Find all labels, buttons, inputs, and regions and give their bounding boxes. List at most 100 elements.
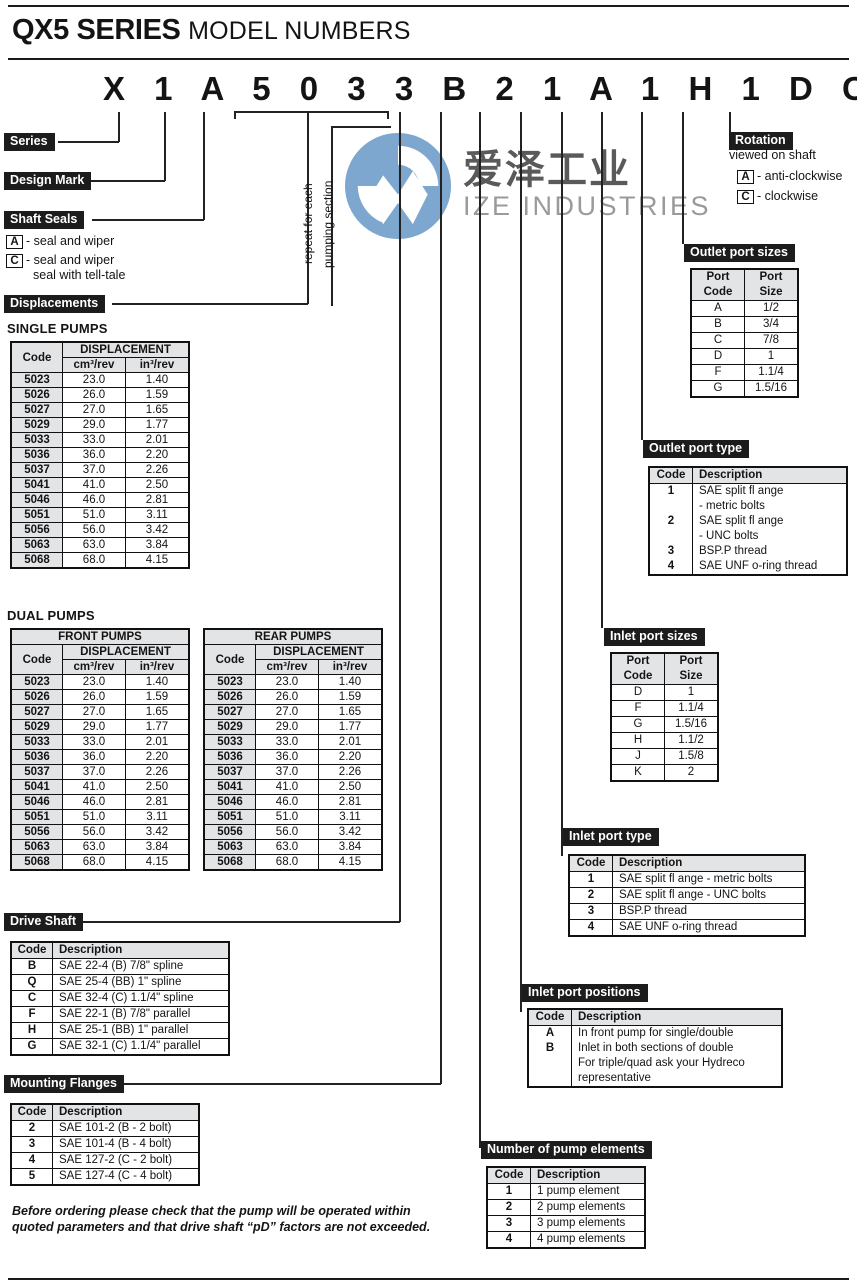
row-code: 4 bbox=[568, 919, 613, 937]
displacement-bracket-left-tick bbox=[234, 111, 236, 119]
table-row: 4 SAE UNF o-ring thread bbox=[568, 919, 806, 937]
table-row: 11 pump element bbox=[486, 1183, 646, 1200]
displacement-imperial: 3.42 bbox=[125, 522, 190, 538]
inlet-port-sizes-header-size: Port Size bbox=[664, 652, 719, 685]
displacement-imperial: 3.42 bbox=[125, 824, 190, 840]
row-code: 1 bbox=[568, 871, 613, 888]
displacement-code: 5033 bbox=[203, 734, 256, 750]
displacement-imperial: 3.11 bbox=[125, 507, 190, 523]
table-row: 5056 56.0 3.42 bbox=[10, 522, 190, 538]
table-row: F 1.1/4 bbox=[690, 364, 799, 381]
port-size: 1.5/16 bbox=[664, 716, 719, 733]
table-row: 5063 63.0 3.84 bbox=[10, 537, 190, 553]
displacement-metric: 68.0 bbox=[255, 854, 319, 871]
displacement-code: 5046 bbox=[10, 492, 63, 508]
rear-pumps-table: REAR PUMPS Code DISPLACEMENT cm³/rev in³… bbox=[203, 628, 383, 871]
displacement-imperial: 1.40 bbox=[318, 674, 383, 690]
row-code: 3 bbox=[10, 1136, 53, 1153]
displacement-imperial: 1.65 bbox=[318, 704, 383, 720]
outlet-port-type-body: 1 2 3 4 SAE split fl ange - metric bolts SAE… bbox=[648, 483, 848, 576]
row-code: 5 bbox=[10, 1168, 53, 1186]
outlet-port-type-header-description: Description bbox=[692, 466, 848, 484]
front-pumps-header-imperial: in³/rev bbox=[125, 659, 190, 675]
row-description: 2 pump elements bbox=[530, 1199, 646, 1216]
displacement-code: 5037 bbox=[10, 462, 63, 478]
displacement-code: 5036 bbox=[203, 749, 256, 765]
displacement-metric: 51.0 bbox=[255, 809, 319, 825]
displacement-metric: 46.0 bbox=[255, 794, 319, 810]
outlet-port-type-codes: 1 2 3 4 bbox=[648, 483, 693, 576]
displacement-imperial: 1.59 bbox=[125, 387, 190, 403]
table-row: 5023 23.0 1.40 bbox=[10, 674, 190, 690]
displacement-code: 5056 bbox=[203, 824, 256, 840]
displacement-imperial: 2.26 bbox=[125, 462, 190, 478]
inlet-port-type-header-description: Description bbox=[612, 854, 806, 872]
leader-line-inlet-port-positions-vertical bbox=[520, 112, 522, 1012]
table-row: 5029 29.0 1.77 bbox=[10, 417, 190, 433]
callout-number-of-pump-elements: Number of pump elements bbox=[481, 1141, 652, 1159]
displacement-metric: 41.0 bbox=[62, 779, 126, 795]
displacement-code: 5051 bbox=[203, 809, 256, 825]
single-pumps-header-code: Code bbox=[10, 341, 63, 373]
leader-line-outlet-port-sizes-vertical bbox=[682, 112, 684, 244]
shaft-seal-text-c-line2: seal with tell-tale bbox=[33, 268, 126, 282]
table-row: K2 bbox=[610, 764, 719, 782]
port-size: 1.5/16 bbox=[744, 380, 799, 398]
displacement-metric: 37.0 bbox=[62, 764, 126, 780]
displacement-code: 5026 bbox=[203, 689, 256, 705]
row-description: SAE split fl ange - UNC bolts bbox=[612, 887, 806, 904]
inlet-port-type-body: 1 SAE split fl ange - metric bolts 2 SAE sp… bbox=[568, 871, 806, 937]
leader-line-rotation-vertical bbox=[729, 112, 731, 132]
displacement-imperial: 1.77 bbox=[125, 719, 190, 735]
ordering-footnote: Before ordering please check that the pu… bbox=[12, 1204, 431, 1234]
table-row: D1 bbox=[610, 684, 719, 701]
displacement-imperial: 2.50 bbox=[125, 779, 190, 795]
displacement-imperial: 3.42 bbox=[318, 824, 383, 840]
front-pumps-title: FRONT PUMPS bbox=[10, 628, 190, 645]
row-description: BSP.P thread bbox=[612, 903, 806, 920]
row-code: 4 bbox=[486, 1231, 531, 1249]
callout-series: Series bbox=[4, 133, 55, 151]
callout-outlet-port-type: Outlet port type bbox=[643, 440, 750, 458]
callout-inlet-port-type: Inlet port type bbox=[563, 828, 659, 846]
displacement-code: 5041 bbox=[10, 779, 63, 795]
table-row: 1 2 3 4 SAE split fl ange - metric bolts SAE… bbox=[648, 483, 848, 576]
top-divider bbox=[8, 5, 849, 7]
row-description: SAE 101-4 (B - 4 bolt) bbox=[52, 1136, 200, 1153]
displacement-metric: 63.0 bbox=[62, 537, 126, 553]
displacement-code: 5037 bbox=[10, 764, 63, 780]
rear-pumps-body: 5023 23.0 1.40 5026 26.0 1.59 5027 27.0 1.65 5029… bbox=[203, 674, 383, 871]
row-code: 1 bbox=[486, 1183, 531, 1200]
table-row: C SAE 32-4 (C) 1.1/4" spline bbox=[10, 990, 230, 1007]
port-size: 1.1/4 bbox=[744, 364, 799, 381]
displacement-bracket-right-tick bbox=[387, 111, 389, 119]
callout-drive-shaft: Drive Shaft bbox=[4, 913, 83, 931]
inlet-port-positions-header-code: Code bbox=[527, 1008, 572, 1026]
callout-outlet-port-sizes: Outlet port sizes bbox=[684, 244, 795, 262]
displacement-code: 5029 bbox=[10, 719, 63, 735]
table-row: 5046 46.0 2.81 bbox=[10, 794, 190, 810]
repeat-note-line1: repeat for each bbox=[301, 183, 315, 264]
displacement-code: 5027 bbox=[10, 402, 63, 418]
inlet-ps-h-code: Code bbox=[623, 670, 653, 682]
displacement-imperial: 1.77 bbox=[318, 719, 383, 735]
table-row: 5023 23.0 1.40 bbox=[10, 372, 190, 388]
repeat-note-line2: pumping section bbox=[321, 180, 335, 268]
table-row: Q SAE 25-4 (BB) 1" spline bbox=[10, 974, 230, 991]
outlet-port-type-line: - metric bolts bbox=[699, 500, 765, 512]
displacement-metric: 68.0 bbox=[62, 552, 126, 569]
displacement-code: 5051 bbox=[10, 809, 63, 825]
displacement-metric: 51.0 bbox=[62, 507, 126, 523]
table-row: J 1.5/8 bbox=[610, 748, 719, 765]
table-row: 5033 33.0 2.01 bbox=[203, 734, 383, 750]
table-row: AB In front pump for single/double Inlet … bbox=[527, 1025, 783, 1088]
leader-line-shaft-seals-horizontal bbox=[92, 219, 204, 221]
callout-inlet-port-sizes: Inlet port sizes bbox=[604, 628, 705, 646]
displacement-imperial: 2.50 bbox=[125, 477, 190, 493]
displacement-imperial: 1.65 bbox=[125, 402, 190, 418]
row-description: SAE 22-4 (B) 7/8" spline bbox=[52, 958, 230, 975]
row-code: B bbox=[10, 958, 53, 975]
inlet-port-positions-table: Code Description AB In front pump for si… bbox=[527, 1008, 783, 1088]
displacement-metric: 23.0 bbox=[255, 674, 319, 690]
displacement-metric: 23.0 bbox=[62, 372, 126, 388]
